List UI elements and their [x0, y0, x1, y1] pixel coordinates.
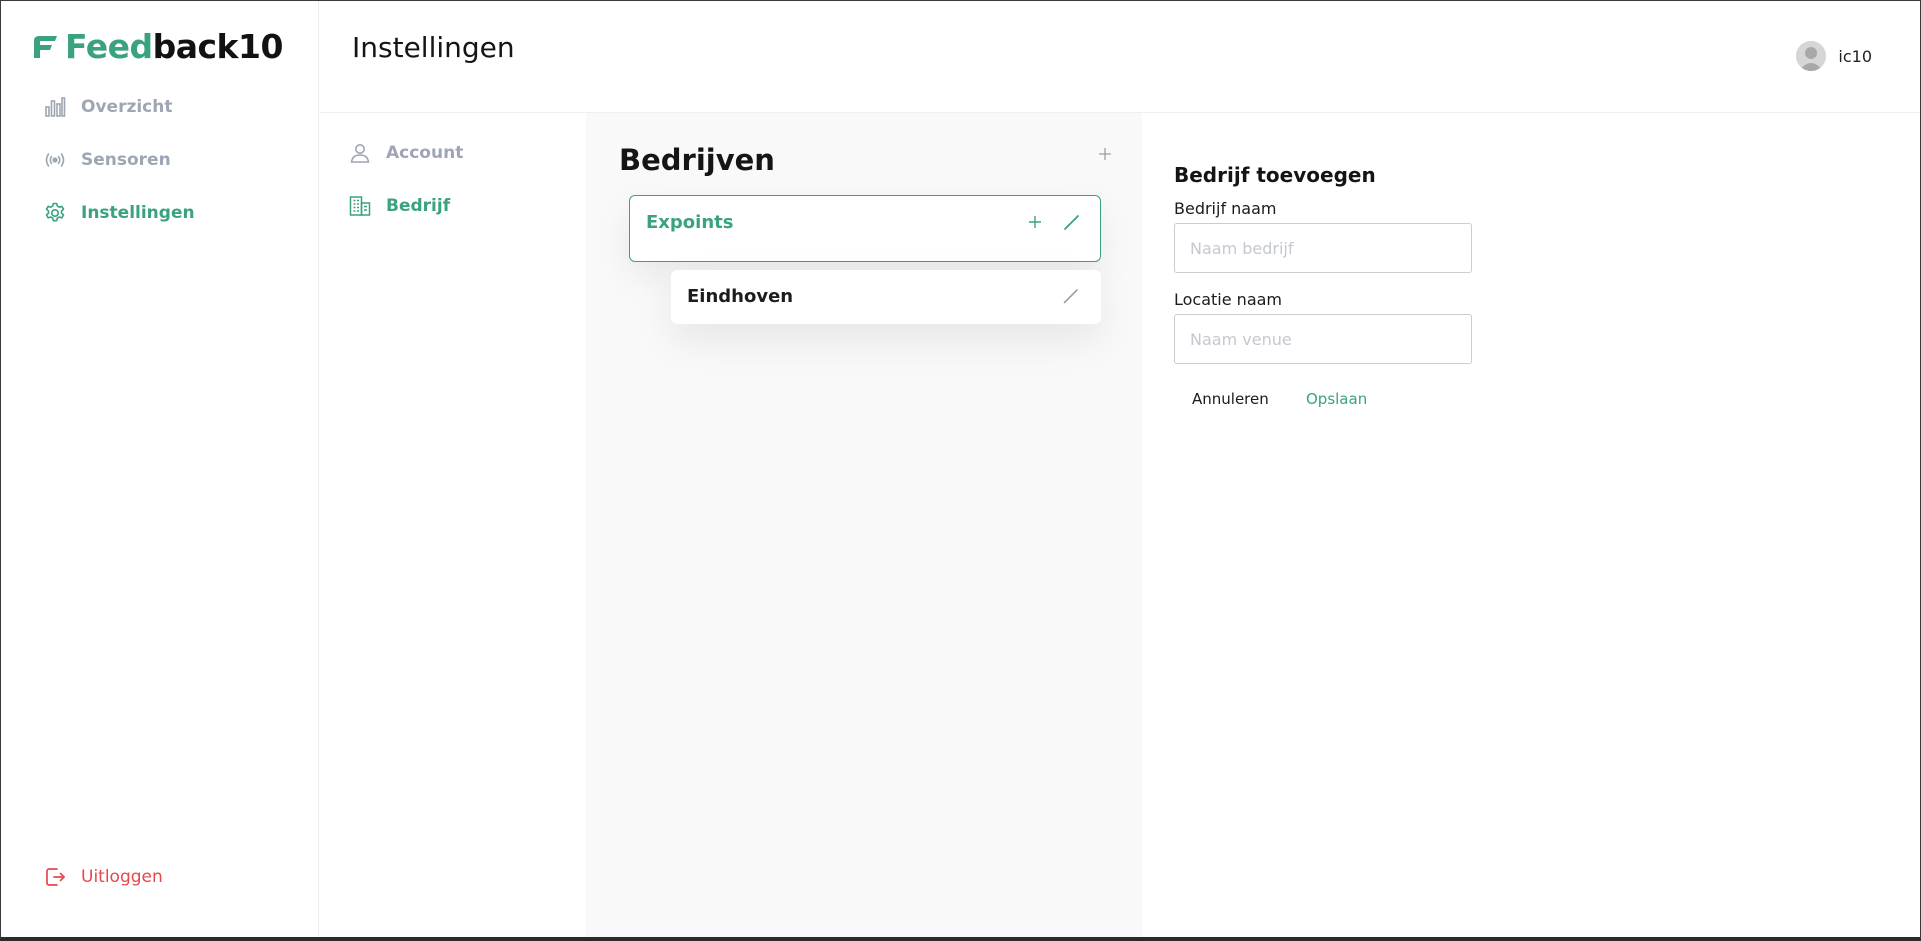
user-name: ic10 [1838, 46, 1872, 66]
sidebar-item-label: Sensoren [81, 150, 171, 170]
logout-button[interactable]: Uitloggen [43, 860, 163, 894]
company-name-label: Bedrijf naam [1174, 199, 1277, 218]
user-menu[interactable]: ic10 [1796, 41, 1872, 71]
companies-title: Bedrijven [619, 143, 775, 177]
save-button[interactable]: Opslaan [1306, 390, 1367, 408]
avatar [1796, 41, 1827, 71]
bar-chart-icon [43, 95, 67, 119]
plus-icon [1099, 148, 1111, 160]
sidebar-item-sensoren[interactable]: Sensoren [43, 143, 171, 177]
location-name-input[interactable] [1174, 314, 1472, 364]
user-avatar-icon [1796, 41, 1827, 71]
company-name-input[interactable] [1174, 223, 1472, 273]
company-name: Expoints [646, 212, 734, 233]
sidebar-item-label: Overzicht [81, 97, 173, 117]
broadcast-icon [43, 148, 67, 172]
location-card-eindhoven[interactable]: Eindhoven [671, 270, 1101, 324]
logout-label: Uitloggen [81, 867, 163, 887]
sidebar-item-instellingen[interactable]: Instellingen [43, 196, 195, 230]
pencil-icon [1064, 215, 1079, 230]
form-title: Bedrijf toevoegen [1174, 163, 1376, 187]
tab-account[interactable]: Account [348, 137, 463, 169]
location-name: Eindhoven [687, 286, 794, 307]
company-card-expoints[interactable]: Expoints [629, 195, 1101, 262]
edit-location-button[interactable] [1059, 284, 1083, 308]
tab-account-label: Account [386, 143, 464, 163]
page-title: Instellingen [352, 31, 515, 64]
logo-mark-icon [34, 36, 57, 58]
brand-name: Feedback10 [65, 27, 283, 66]
logout-icon [43, 865, 67, 889]
brand-logo[interactable]: Feedback10 [31, 27, 283, 67]
sidebar-item-overzicht[interactable]: Overzicht [43, 90, 172, 124]
sidebar: Feedback10 Overzicht Sensoren Instelling… [1, 1, 319, 936]
user-icon [348, 141, 372, 165]
tab-bedrijf[interactable]: Bedrijf [348, 190, 450, 222]
plus-icon [1029, 216, 1041, 228]
settings-subnav: Account Bedrijf [320, 113, 586, 937]
add-location-button[interactable] [1023, 210, 1047, 234]
pencil-icon [1063, 289, 1078, 304]
location-name-label: Locatie naam [1174, 290, 1283, 309]
add-company-button[interactable] [1094, 143, 1116, 165]
edit-company-button[interactable] [1060, 210, 1084, 234]
companies-panel: Bedrijven Expoints Eindhoven [586, 113, 1142, 937]
cancel-button[interactable]: Annuleren [1192, 390, 1269, 408]
sidebar-item-label: Instellingen [81, 203, 195, 223]
building-icon [348, 194, 372, 218]
page-header: Instellingen ic10 [320, 1, 1920, 113]
gear-icon [43, 201, 67, 225]
add-company-form: Bedrijf toevoegen Bedrijf naam Locatie n… [1142, 113, 1920, 937]
tab-bedrijf-label: Bedrijf [386, 196, 451, 216]
